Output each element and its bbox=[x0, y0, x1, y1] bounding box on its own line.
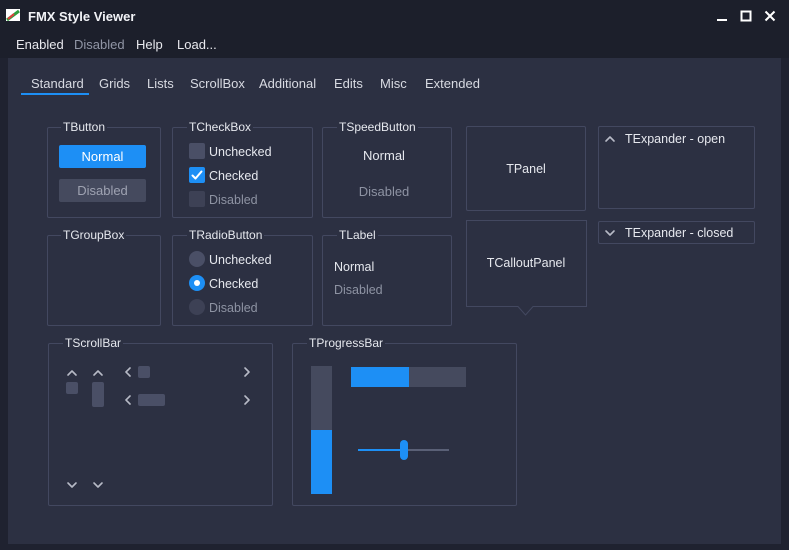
tcalloutpanel-label: TCalloutPanel bbox=[486, 256, 566, 270]
vertical-progress-fill bbox=[311, 430, 332, 494]
menu-disabled[interactable]: Disabled bbox=[74, 37, 125, 52]
scroll-down-arrow-icon[interactable] bbox=[92, 479, 104, 491]
scroll-up-arrow-icon[interactable] bbox=[66, 367, 78, 379]
vertical-scrollbar-thumb[interactable] bbox=[92, 382, 104, 407]
trackbar-fill bbox=[358, 449, 404, 451]
disabled-radio-label: Disabled bbox=[209, 301, 258, 315]
tbutton-group bbox=[47, 127, 161, 218]
minimize-icon bbox=[717, 19, 727, 21]
unchecked-checkbox[interactable] bbox=[189, 143, 205, 159]
disabled-checkbox[interactable] bbox=[189, 191, 205, 207]
tab-misc[interactable]: Misc bbox=[380, 76, 407, 91]
maximize-button[interactable] bbox=[736, 6, 756, 26]
disabled-button[interactable]: Disabled bbox=[59, 179, 146, 202]
unchecked-checkbox-label: Unchecked bbox=[209, 145, 272, 159]
trackbar-thumb[interactable] bbox=[399, 440, 408, 460]
tscrollbar-group bbox=[48, 343, 273, 506]
scroll-left-arrow-icon[interactable] bbox=[122, 394, 134, 406]
horizontal-progress-bar bbox=[351, 367, 466, 387]
disabled-radio[interactable] bbox=[189, 299, 205, 315]
tab-lists[interactable]: Lists bbox=[147, 76, 174, 91]
tlabel-group bbox=[322, 235, 452, 326]
menu-enabled[interactable]: Enabled bbox=[16, 37, 64, 52]
tab-standard[interactable]: Standard bbox=[31, 76, 84, 91]
tspeedbutton-group-title: TSpeedButton bbox=[337, 120, 418, 134]
horizontal-progress-fill bbox=[351, 367, 409, 387]
tab-scrollbox[interactable]: ScrollBox bbox=[190, 76, 245, 91]
unchecked-radio[interactable] bbox=[189, 251, 205, 267]
normal-speed-button[interactable]: Normal bbox=[344, 144, 424, 166]
scroll-up-arrow-icon[interactable] bbox=[92, 367, 104, 379]
tab-extended[interactable]: Extended bbox=[425, 76, 480, 91]
tpanel: TPanel bbox=[466, 126, 586, 211]
checked-radio-label: Checked bbox=[209, 277, 259, 291]
maximize-icon bbox=[740, 10, 752, 22]
close-button[interactable] bbox=[760, 6, 780, 26]
disabled-checkbox-label: Disabled bbox=[209, 193, 258, 207]
scroll-right-arrow-icon[interactable] bbox=[241, 394, 253, 406]
tgroupbox bbox=[47, 235, 161, 326]
checked-checkbox-label: Checked bbox=[209, 169, 259, 183]
app-icon bbox=[6, 9, 20, 21]
vertical-scrollbar-thumb-small[interactable] bbox=[66, 382, 78, 394]
tlabel-group-title: TLabel bbox=[337, 228, 378, 242]
checked-radio[interactable] bbox=[189, 275, 205, 291]
tab-edits[interactable]: Edits bbox=[334, 76, 363, 91]
active-tab-indicator bbox=[21, 93, 89, 95]
checked-checkbox[interactable] bbox=[189, 167, 205, 183]
normal-label: Normal bbox=[334, 260, 375, 274]
disabled-speed-button[interactable]: Disabled bbox=[344, 180, 424, 202]
tprogressbar-group-title: TProgressBar bbox=[307, 336, 386, 350]
window-title: FMX Style Viewer bbox=[28, 9, 136, 24]
horizontal-scrollbar-thumb[interactable] bbox=[138, 394, 165, 406]
chevron-down-icon[interactable] bbox=[604, 227, 616, 239]
close-icon bbox=[764, 10, 776, 22]
scroll-left-arrow-icon[interactable] bbox=[122, 366, 134, 378]
tscrollbar-group-title: TScrollBar bbox=[63, 336, 124, 350]
disabled-label: Disabled bbox=[334, 283, 383, 297]
chevron-up-icon[interactable] bbox=[604, 133, 616, 145]
unchecked-radio-label: Unchecked bbox=[209, 253, 272, 267]
texpander-open-header[interactable]: TExpander - open bbox=[625, 132, 725, 146]
tbutton-group-title: TButton bbox=[61, 120, 108, 134]
tgroupbox-title: TGroupBox bbox=[61, 228, 127, 242]
tradiobutton-group-title: TRadioButton bbox=[187, 228, 265, 242]
tab-additional[interactable]: Additional bbox=[259, 76, 316, 91]
vertical-progress-bar bbox=[311, 366, 332, 494]
trackbar-track[interactable] bbox=[358, 440, 449, 460]
tpanel-label: TPanel bbox=[506, 161, 546, 176]
tcheckbox-group-title: TCheckBox bbox=[187, 120, 254, 134]
minimize-button[interactable] bbox=[712, 6, 732, 26]
menu-help[interactable]: Help bbox=[136, 37, 163, 52]
normal-button[interactable]: Normal bbox=[59, 145, 146, 168]
texpander-closed-header[interactable]: TExpander - closed bbox=[625, 226, 733, 240]
menu-load[interactable]: Load... bbox=[177, 37, 217, 52]
tspeedbutton-group bbox=[322, 127, 452, 218]
horizontal-scrollbar-thumb-small[interactable] bbox=[138, 366, 150, 378]
check-icon bbox=[191, 170, 203, 180]
scroll-down-arrow-icon[interactable] bbox=[66, 479, 78, 491]
scroll-right-arrow-icon[interactable] bbox=[241, 366, 253, 378]
tab-grids[interactable]: Grids bbox=[99, 76, 130, 91]
